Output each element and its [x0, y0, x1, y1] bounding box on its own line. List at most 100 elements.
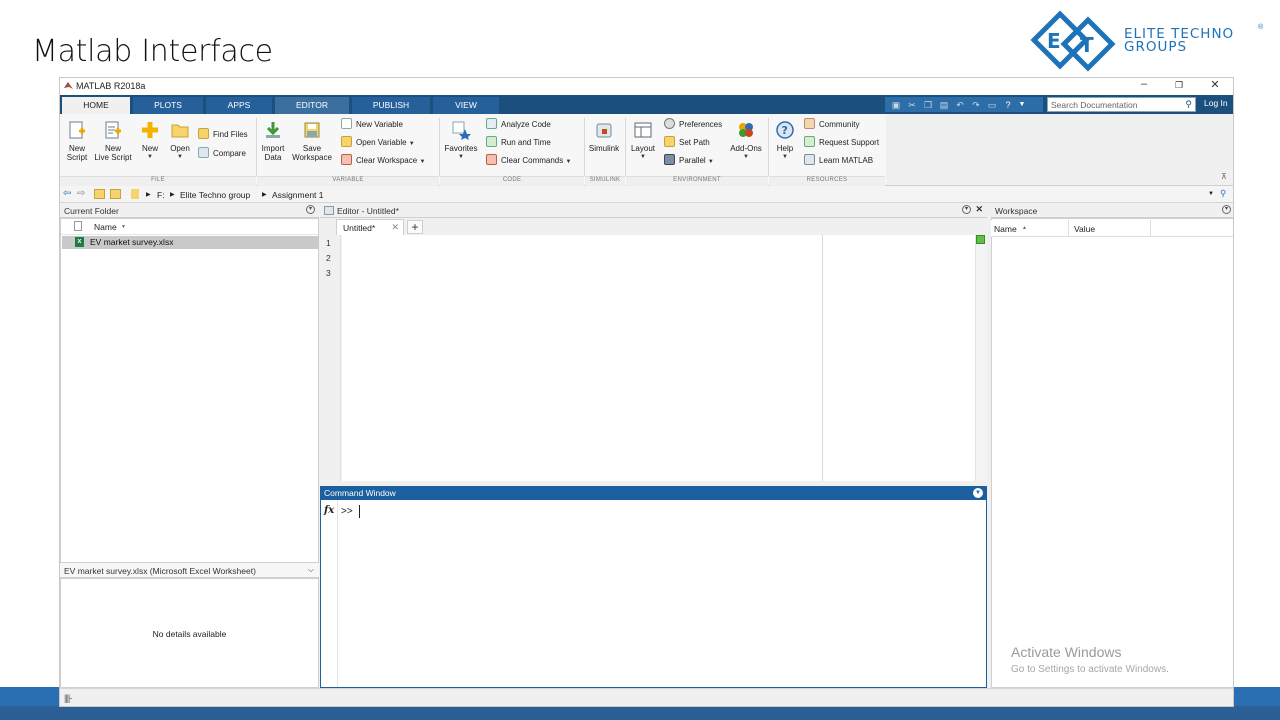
editor-scrollbar[interactable] — [975, 235, 987, 481]
favorites-button[interactable]: Favorites ▼ — [442, 120, 480, 162]
separator — [584, 118, 585, 176]
breadcrumb-folder1[interactable]: Elite Techno group — [180, 190, 250, 200]
workspace-col-name[interactable]: Name — [994, 224, 1017, 234]
find-files-label: Find Files — [213, 130, 248, 139]
editor-actions-icon[interactable]: ▾ — [962, 205, 971, 214]
tab-close-icon[interactable]: ✕ — [391, 222, 399, 233]
request-support-button[interactable]: Request Support — [804, 136, 879, 149]
help-button[interactable]: ? Help ▼ — [772, 120, 798, 162]
sort-dropdown-icon[interactable]: ▼ — [121, 224, 126, 230]
back-arrow-icon[interactable]: ⇦ — [63, 188, 71, 199]
clear-commands-dropdown-icon[interactable]: ▼ — [565, 159, 571, 165]
browse-folder-icon[interactable] — [110, 189, 121, 199]
cut-icon[interactable]: ✂ — [906, 99, 918, 111]
command-window-actions-icon[interactable]: ▼ — [973, 488, 983, 498]
column-name[interactable]: Name — [94, 222, 117, 232]
layout-dropdown-icon[interactable]: ▼ — [628, 153, 658, 162]
tab-apps[interactable]: APPS — [206, 97, 272, 114]
compare-button[interactable]: Compare — [198, 147, 246, 160]
simulink-button[interactable]: Simulink — [587, 120, 621, 153]
tab-view[interactable]: VIEW — [433, 97, 499, 114]
add-ons-button[interactable]: Add-Ons ▼ — [728, 120, 764, 162]
save-icon[interactable]: ▣ — [890, 99, 902, 111]
new-dropdown-icon[interactable]: ▼ — [138, 153, 162, 162]
parallel-button[interactable]: Parallel ▼ — [664, 154, 714, 168]
search-icon[interactable]: ⚲ — [1185, 99, 1192, 110]
editor-tab-untitled[interactable]: Untitled* ✕ — [336, 219, 404, 235]
clear-commands-button[interactable]: Clear Commands ▼ — [486, 154, 571, 168]
layout-button[interactable]: Layout ▼ — [628, 120, 658, 162]
code-analyzer-ok-icon[interactable] — [976, 235, 985, 244]
line-number: 1 — [326, 238, 331, 248]
code-editor-area[interactable] — [342, 235, 823, 481]
preferences-label: Preferences — [679, 120, 723, 129]
community-icon — [804, 118, 815, 129]
close-button[interactable]: ✕ — [1200, 78, 1230, 91]
add-ons-dropdown-icon[interactable]: ▼ — [728, 153, 764, 162]
paste-icon[interactable]: ▤ — [938, 99, 950, 111]
run-and-time-button[interactable]: Run and Time — [486, 136, 551, 149]
list-item[interactable]: x EV market survey.xlsx — [62, 236, 319, 249]
address-search-icon[interactable]: ⚲ — [1220, 188, 1226, 199]
panel-actions-icon[interactable]: ▾ — [306, 205, 315, 214]
open-variable-dropdown-icon[interactable]: ▼ — [409, 141, 415, 147]
clear-workspace-button[interactable]: Clear Workspace ▼ — [341, 154, 425, 168]
open-button[interactable]: Open ▼ — [167, 120, 193, 162]
collapse-ribbon-icon[interactable]: ⊼ — [1221, 172, 1227, 181]
help-dropdown-icon[interactable]: ▼ — [772, 153, 798, 162]
analyze-code-button[interactable]: Analyze Code — [486, 118, 551, 131]
breadcrumb-folder2[interactable]: Assignment 1 — [272, 190, 324, 200]
import-data-button[interactable]: Import Data — [258, 120, 288, 162]
set-path-button[interactable]: Set Path — [664, 136, 710, 149]
tab-plots[interactable]: PLOTS — [133, 97, 203, 114]
address-dropdown-icon[interactable]: ▼ — [1208, 191, 1214, 197]
preferences-button[interactable]: Preferences — [664, 118, 722, 131]
breadcrumb-drive[interactable]: F: — [157, 190, 165, 200]
workspace-col-value[interactable]: Value — [1074, 224, 1095, 234]
switch-windows-icon[interactable]: ▭ — [986, 99, 998, 111]
up-folder-icon[interactable] — [94, 189, 105, 199]
open-variable-button[interactable]: Open Variable ▼ — [341, 136, 415, 150]
new-live-script-button[interactable]: New Live Script — [93, 120, 133, 162]
tab-publish[interactable]: PUBLISH — [352, 97, 430, 114]
tab-home[interactable]: HOME — [62, 97, 130, 114]
group-label-code: CODE — [440, 176, 584, 186]
find-files-button[interactable]: Find Files — [198, 128, 248, 141]
analyze-code-label: Analyze Code — [501, 120, 551, 129]
redo-icon[interactable]: ↷ — [970, 99, 982, 111]
tab-editor[interactable]: EDITOR — [275, 97, 349, 114]
learn-matlab-button[interactable]: Learn MATLAB — [804, 154, 873, 167]
copy-icon[interactable]: ❐ — [922, 99, 934, 111]
parallel-dropdown-icon[interactable]: ▼ — [708, 159, 714, 165]
editor-close-icon[interactable]: ✕ — [975, 204, 983, 215]
open-dropdown-icon[interactable]: ▼ — [167, 153, 193, 162]
new-script-label2: Script — [66, 153, 88, 162]
login-link[interactable]: Log In — [1204, 98, 1228, 108]
open-folder-icon — [171, 124, 189, 138]
workspace-actions-icon[interactable]: ▾ — [1222, 205, 1231, 214]
minimize-button[interactable]: – — [1129, 78, 1159, 90]
community-button[interactable]: Community — [804, 118, 859, 131]
forward-arrow-icon[interactable]: ⇨ — [77, 188, 85, 199]
search-documentation-input[interactable]: Search Documentation ⚲ — [1047, 97, 1196, 112]
function-browser-icon[interactable]: fx — [324, 505, 334, 516]
restore-button[interactable]: ❐ — [1164, 80, 1194, 91]
new-button[interactable]: New ▼ — [138, 120, 162, 162]
clear-workspace-dropdown-icon[interactable]: ▼ — [419, 159, 425, 165]
new-tab-button[interactable]: + — [407, 220, 423, 234]
help-icon[interactable]: ? — [1002, 99, 1014, 111]
quick-access-dropdown-icon[interactable]: ▼ — [1016, 99, 1028, 111]
new-script-button[interactable]: New Script — [64, 120, 90, 162]
save-workspace-button[interactable]: Save Workspace — [290, 120, 334, 162]
details-empty-text: No details available — [152, 629, 227, 639]
undo-icon[interactable]: ↶ — [954, 99, 966, 111]
details-collapse-icon[interactable]: ⌵ — [308, 565, 314, 575]
new-variable-button[interactable]: New Variable — [341, 118, 403, 131]
code-editor-area-right[interactable] — [823, 235, 975, 481]
command-prompt: >> — [341, 506, 353, 517]
command-window[interactable]: fx >> — [320, 500, 987, 688]
status-grip-icon: ||||- — [64, 693, 72, 703]
favorites-dropdown-icon[interactable]: ▼ — [442, 153, 480, 162]
editor-tabstrip: Untitled* ✕ + — [322, 219, 988, 235]
parallel-label: Parallel — [679, 156, 706, 165]
